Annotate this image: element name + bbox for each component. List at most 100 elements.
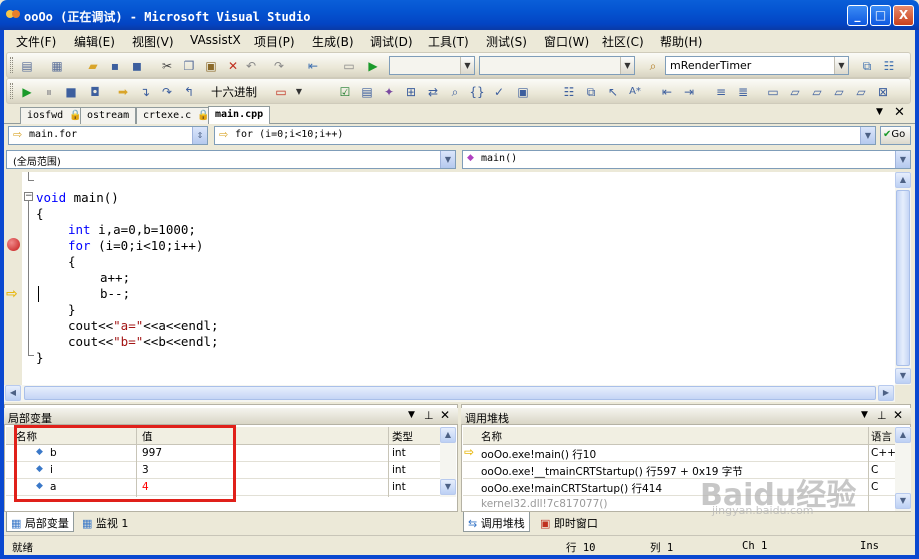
cut-icon[interactable]: ✂ xyxy=(159,58,175,74)
menu-build[interactable]: 生成(B) xyxy=(312,33,354,50)
clear-bookmarks-icon[interactable]: ⊠ xyxy=(875,84,891,100)
global-scope-combo[interactable]: (全局范围) ▼ xyxy=(6,150,456,169)
menu-test[interactable]: 测试(S) xyxy=(486,33,527,50)
code-editor[interactable] xyxy=(4,172,911,385)
menu-file[interactable]: 文件(F) xyxy=(16,33,56,50)
indicator-margin[interactable] xyxy=(4,172,22,385)
menu-project[interactable]: 项目(P) xyxy=(254,33,295,50)
open-corresponding-file-icon[interactable]: ⇄ xyxy=(425,84,441,100)
paste-icon[interactable]: ▣ xyxy=(203,58,219,74)
redo-icon[interactable]: ↷ xyxy=(271,58,287,74)
maximize-button[interactable]: □ xyxy=(870,5,891,26)
table-row[interactable]: ⇨ ooOo.exe!main() 行10 C++ xyxy=(463,445,896,462)
breakpoints-window-icon[interactable]: ▭ xyxy=(273,84,289,100)
toggle-bookmark-icon[interactable]: ▭ xyxy=(765,84,781,100)
tab-list-icon[interactable]: ▼ xyxy=(876,107,883,117)
scroll-right-icon[interactable]: ▶ xyxy=(878,385,894,401)
save-all-icon[interactable]: ◼ xyxy=(129,58,145,74)
scroll-up-icon[interactable]: ▲ xyxy=(895,427,911,443)
menu-view[interactable]: 视图(V) xyxy=(132,33,174,50)
save-icon[interactable]: ▪ xyxy=(107,58,123,74)
navigate-forward-icon[interactable]: ▭ xyxy=(341,58,357,74)
solution-config-select[interactable]: ▼ xyxy=(389,56,475,75)
breakpoint-icon[interactable] xyxy=(7,238,20,251)
comment-out-icon[interactable]: ≡ xyxy=(713,84,729,100)
spell-check-icon[interactable]: ✓ xyxy=(491,84,507,100)
column-divider[interactable] xyxy=(868,427,869,511)
collapse-icon[interactable]: − xyxy=(24,192,33,201)
solution-explorer-icon[interactable]: ⧉ xyxy=(859,58,875,74)
toolbar-grip[interactable] xyxy=(10,83,13,99)
complete-word-icon[interactable]: A* xyxy=(627,84,643,100)
continue-icon[interactable]: ▶ xyxy=(19,84,35,100)
file-nav-combo[interactable]: ⇨ main.for ⇕ xyxy=(8,126,208,145)
chevron-down-icon[interactable]: ▼ xyxy=(861,410,868,420)
next-bookmark-icon[interactable]: ▱ xyxy=(809,84,825,100)
scope-nav-combo[interactable]: ⇨ for (i=0;i<10;i++) ▼ xyxy=(214,126,876,145)
column-divider[interactable] xyxy=(388,427,389,497)
close-button[interactable]: X xyxy=(893,5,914,26)
uncomment-icon[interactable]: ≣ xyxy=(735,84,751,100)
menu-debug[interactable]: 调试(D) xyxy=(370,33,413,50)
callstack-scrollbar[interactable]: ▲ ▼ xyxy=(895,427,911,511)
scrollbar-thumb[interactable] xyxy=(896,190,910,366)
scroll-down-icon[interactable]: ▼ xyxy=(895,493,911,509)
tab-ostream[interactable]: ostream xyxy=(80,107,137,124)
find-combo[interactable]: mRenderTimer ▼ xyxy=(665,56,849,75)
menu-window[interactable]: 窗口(W) xyxy=(544,33,589,50)
editor-horizontal-scrollbar[interactable]: ◀ ▶ xyxy=(4,385,895,402)
step-over-icon[interactable]: ↷ xyxy=(159,84,175,100)
next-bookmark-folder-icon[interactable]: ▱ xyxy=(853,84,869,100)
prev-bookmark-folder-icon[interactable]: ▱ xyxy=(831,84,847,100)
col-type[interactable]: 类型 xyxy=(392,429,413,444)
properties-icon[interactable]: ☷ xyxy=(881,58,897,74)
platform-select[interactable]: ▼ xyxy=(479,56,635,75)
tab-crtexe[interactable]: crtexe.c 🔒 xyxy=(136,107,217,124)
copy-icon[interactable]: ❐ xyxy=(181,58,197,74)
close-tab-icon[interactable]: ✕ xyxy=(894,105,905,120)
prev-bookmark-icon[interactable]: ▱ xyxy=(787,84,803,100)
restart-icon[interactable]: ◘ xyxy=(87,84,103,100)
menu-help[interactable]: 帮助(H) xyxy=(660,33,702,50)
tab-locals[interactable]: ▦ 局部变量 xyxy=(6,512,74,532)
find-symbol-icon[interactable]: ⌕ xyxy=(447,84,463,100)
member-combo[interactable]: ◆ main() ▼ xyxy=(462,150,911,169)
navigate-backward-icon[interactable]: ⇤ xyxy=(305,58,321,74)
refactor-icon[interactable]: ✦ xyxy=(381,84,397,100)
paste-special-icon[interactable]: ▣ xyxy=(515,84,531,100)
quick-info-icon[interactable]: ↖ xyxy=(605,84,621,100)
menu-tools[interactable]: 工具(T) xyxy=(428,33,469,50)
tab-immediate[interactable]: ▣ 即时窗口 xyxy=(536,512,602,532)
open-file-icon[interactable]: ▰ xyxy=(85,58,101,74)
hex-display-button[interactable]: 十六进制 xyxy=(211,84,257,100)
toolbar-grip[interactable] xyxy=(10,57,13,73)
start-debug-icon[interactable]: ▶ xyxy=(365,58,381,74)
menu-vassistx[interactable]: VAssistX xyxy=(190,33,241,47)
show-next-statement-icon[interactable]: ➡ xyxy=(115,84,131,100)
stop-debugging-icon[interactable]: ■ xyxy=(63,84,79,100)
scrollbar-thumb[interactable] xyxy=(24,386,876,400)
menu-edit[interactable]: 编辑(E) xyxy=(74,33,115,50)
goto-definition-icon[interactable]: ⊞ xyxy=(403,84,419,100)
tab-watch-1[interactable]: ▦ 监视 1 xyxy=(78,512,132,532)
find-in-files-icon[interactable]: ⌕ xyxy=(645,58,661,74)
undo-icon[interactable]: ↶ xyxy=(243,58,259,74)
increase-indent-icon[interactable]: ⇥ xyxy=(681,84,697,100)
insert-snippet-icon[interactable]: {} xyxy=(469,84,485,100)
tab-iosfwd[interactable]: iosfwd 🔒 xyxy=(20,107,89,124)
col-language[interactable]: 语言 xyxy=(871,429,892,444)
pin-icon[interactable]: ⊥ xyxy=(877,409,887,422)
parameter-info-icon[interactable]: ⧉ xyxy=(583,84,599,100)
col-name[interactable]: 名称 xyxy=(481,429,502,444)
tab-main-cpp[interactable]: main.cpp xyxy=(208,106,271,124)
pin-icon[interactable]: ⊥ xyxy=(424,409,434,422)
step-out-icon[interactable]: ↰ xyxy=(181,84,197,100)
minimize-button[interactable]: _ xyxy=(847,5,868,26)
chevron-down-icon[interactable]: ▼ xyxy=(408,410,415,420)
scroll-up-icon[interactable]: ▲ xyxy=(440,427,456,443)
scroll-down-icon[interactable]: ▼ xyxy=(895,368,911,384)
menu-community[interactable]: 社区(C) xyxy=(602,33,644,50)
checklist-icon[interactable]: ☑ xyxy=(337,84,353,100)
chevron-down-icon[interactable]: ▼ xyxy=(291,84,307,100)
close-icon[interactable]: ✕ xyxy=(893,408,903,422)
